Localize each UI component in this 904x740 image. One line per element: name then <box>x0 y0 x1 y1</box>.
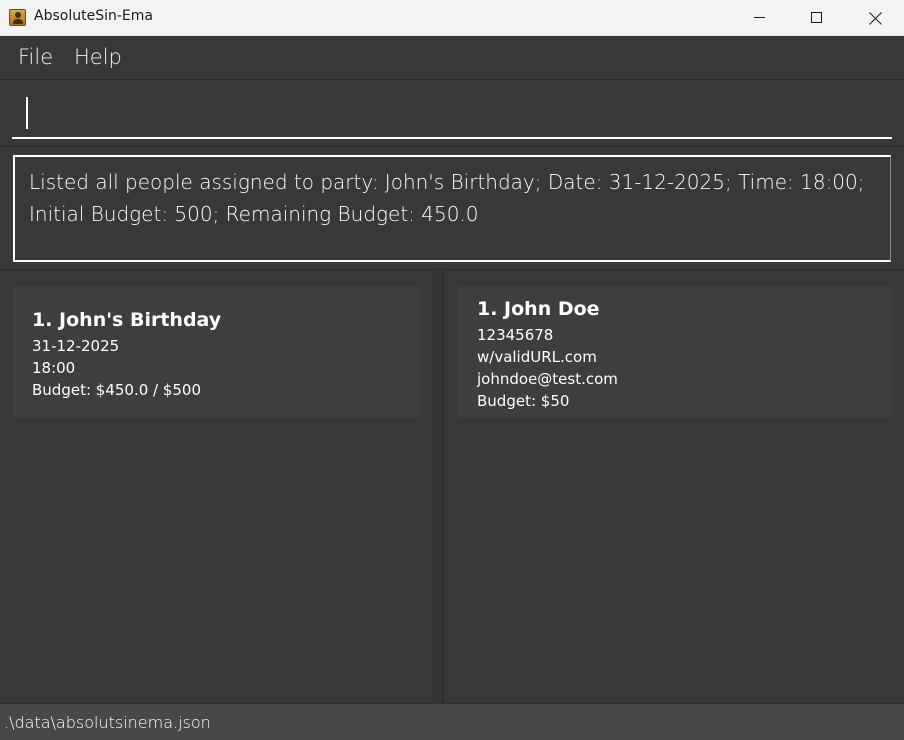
menu-help[interactable]: Help <box>74 45 122 69</box>
minimize-button[interactable] <box>730 0 788 35</box>
party-time: 18:00 <box>32 359 76 377</box>
person-name: 1. John Doe <box>477 298 600 320</box>
list-panels: 1. John's Birthday 31-12-2025 18:00 Budg… <box>0 271 904 703</box>
person-list-panel[interactable]: 1. John Doe 12345678 w/validURL.com john… <box>444 271 904 703</box>
person-card[interactable]: 1. John Doe 12345678 w/validURL.com john… <box>458 286 892 418</box>
command-input[interactable] <box>12 91 892 139</box>
split-pane-divider[interactable] <box>433 271 444 703</box>
command-box <box>0 81 904 147</box>
maximize-button[interactable] <box>787 0 845 35</box>
party-budget: Budget: $450.0 / $500 <box>32 381 202 399</box>
status-bar: .\data\absolutsinema.json <box>0 703 904 740</box>
title-bar[interactable]: AbsoluteSin-Ema <box>0 0 904 36</box>
maximize-icon <box>810 12 822 23</box>
text-caret <box>26 97 28 129</box>
menu-bar: File Help <box>0 36 904 80</box>
person-email: johndoe@test.com <box>477 370 618 388</box>
app-window: AbsoluteSin-Ema File Help Listed all peo… <box>0 0 904 740</box>
result-box[interactable]: Listed all people assigned to party: Joh… <box>13 155 891 262</box>
save-file-path: .\data\absolutsinema.json <box>4 713 211 732</box>
result-display: Listed all people assigned to party: Joh… <box>0 148 904 270</box>
close-button[interactable] <box>846 0 904 35</box>
party-name: 1. John's Birthday <box>32 309 222 331</box>
person-url: w/validURL.com <box>477 348 597 366</box>
person-phone: 12345678 <box>477 326 554 344</box>
result-message: Listed all people assigned to party: Joh… <box>29 170 865 226</box>
menu-file[interactable]: File <box>18 45 53 69</box>
party-date: 31-12-2025 <box>32 337 120 355</box>
window-title: AbsoluteSin-Ema <box>34 8 153 24</box>
party-list-panel[interactable]: 1. John's Birthday 31-12-2025 18:00 Budg… <box>0 271 433 703</box>
person-budget: Budget: $50 <box>477 392 570 410</box>
minimize-icon <box>753 17 765 18</box>
close-icon <box>868 11 882 25</box>
party-card[interactable]: 1. John's Birthday 31-12-2025 18:00 Budg… <box>13 286 420 418</box>
app-icon <box>9 9 26 26</box>
